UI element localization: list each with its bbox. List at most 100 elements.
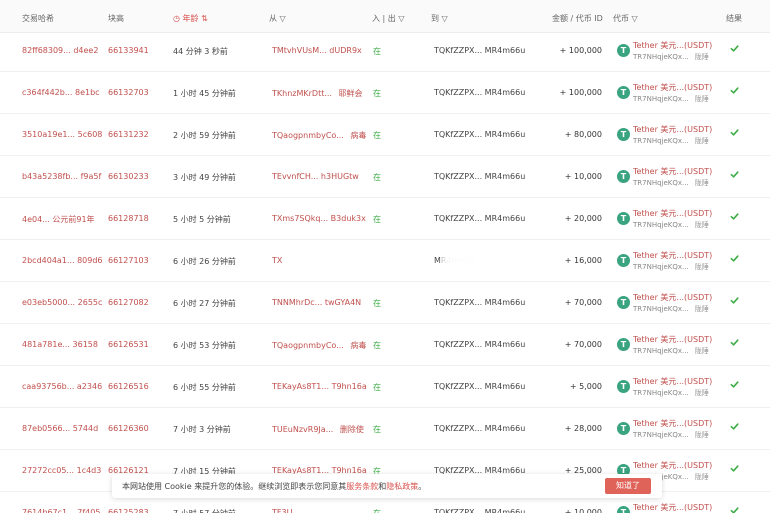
from-address-link[interactable]: TX [272, 256, 282, 265]
col-from[interactable]: 从 ▽ [269, 13, 286, 24]
token-address: TR7NHqjeKQx...陇陲 [633, 179, 709, 187]
success-check-icon [730, 213, 739, 220]
tx-hash-link[interactable]: 82ff68309... d4ee2 [22, 46, 98, 55]
col-in-out[interactable]: 入 | 出 ▽ [372, 13, 404, 24]
amount-text: + 70,000 [564, 298, 602, 307]
table-row: 87eb0566... 5744d 66126360 7 小时 3 分钟前 TUEuN… [0, 408, 770, 450]
from-address-link[interactable]: TQaogpnmbyCo... [272, 341, 346, 350]
from-address-link[interactable]: TXms7SQkq... B3duk3x [272, 214, 366, 223]
block-link[interactable]: 66131232 [108, 130, 149, 139]
success-check-icon [730, 381, 739, 388]
token-address: TR7NHqjeKQx...陇陲 [633, 305, 709, 313]
from-address-link[interactable]: TQaogpnmbyCo... [272, 131, 346, 140]
tx-hash-link[interactable]: 481a781e... 36158 [22, 340, 98, 349]
from-cell: TX [272, 256, 286, 265]
to-address-link[interactable]: TQKfZZPX... MR4m66u [434, 214, 525, 223]
token-name-link[interactable]: Tether 美元...(USDT) [633, 82, 712, 93]
block-link[interactable]: 66126360 [108, 424, 149, 433]
tx-hash-link[interactable]: caa93756b... a2346 [22, 382, 102, 391]
success-check-icon [730, 171, 739, 178]
table-header: 交易哈希 块高 ◷ 年龄 ⇅ 从 ▽ 入 | 出 ▽ 到 ▽ 金额 / 代币 I… [0, 0, 770, 33]
block-link[interactable]: 66133941 [108, 46, 149, 55]
from-address-link[interactable]: TEKayAs8T1... T9hn16a [272, 382, 367, 391]
token-name-link[interactable]: Tether 美元...(USDT) [633, 124, 712, 135]
tx-hash-link[interactable]: b43a5238fb... f9a5f [22, 172, 101, 181]
token-name-link[interactable]: Tether 美元...(USDT) [633, 292, 712, 303]
amount-text: + 10,000 [564, 172, 602, 181]
from-address-link[interactable]: TF3U... [272, 508, 300, 513]
col-to[interactable]: 到 ▽ [431, 13, 448, 24]
block-link[interactable]: 66127082 [108, 298, 149, 307]
table-row: 2bcd404a1... 809d6661271036 小时 26 分钟前TXM… [0, 240, 770, 282]
tether-icon: T [617, 44, 630, 57]
token-name-link[interactable]: Tether 美元...(USDT) [633, 40, 712, 51]
in-badge: 在 [373, 47, 381, 56]
tx-hash-link[interactable]: 27272cc05... 1c4d3 [22, 466, 101, 475]
token-tag: 陇陲 [694, 389, 709, 397]
tx-hash-link[interactable]: 87eb0566... 5744d [22, 424, 98, 433]
col-token[interactable]: 代币 ▽ [613, 13, 638, 24]
block-link[interactable]: 66127103 [108, 256, 149, 265]
token-name-link[interactable]: Tether 美元...(USDT) [633, 502, 712, 513]
to-address-link[interactable]: TQKfZZPX... MR4m66u [434, 382, 525, 391]
table-row: 4e04... 公元前91年 66128718 5 小时 5 分钟前 TXms7SQk… [0, 198, 770, 240]
to-address-link[interactable]: TQKfZZPX... MR4m66u [434, 298, 525, 307]
token-name-link[interactable]: Tether 美元...(USDT) [633, 460, 712, 471]
in-badge: 在 [373, 215, 381, 224]
tx-hash-link[interactable]: 2bcd404a1... 809d6 [22, 256, 103, 265]
tx-hash-link[interactable]: 7614b67c1... 7f405 [22, 508, 100, 513]
to-address-link[interactable]: TQKfZZPX... MR4m66u [434, 130, 525, 139]
success-check-icon [730, 87, 739, 94]
block-link[interactable]: 66126516 [108, 382, 149, 391]
terms-link[interactable]: 服务条款 [346, 482, 378, 491]
token-address: TR7NHqjeKQx...陇陲 [633, 389, 709, 397]
cookie-text: 本网站使用 Cookie 来提升您的体验。继续浏览即表示您同意其服务条款和隐私政… [122, 482, 427, 491]
age-text: 3 小时 49 分钟前 [173, 173, 236, 182]
token-tag: 陇陲 [694, 305, 709, 313]
to-address-link[interactable]: TQKfZZPX... MR4m66u [434, 46, 525, 55]
from-address-link[interactable]: TKhnzMKrDtt... [272, 89, 335, 98]
to-address-link[interactable]: TQKfZZPX... MR4m66u [434, 340, 525, 349]
token-address: TR7NHqjeKQx...陇陲 [633, 137, 709, 145]
token-name-link[interactable]: Tether 美元...(USDT) [633, 376, 712, 387]
in-badge: 在 [373, 383, 381, 392]
block-link[interactable]: 66125283 [108, 508, 149, 513]
in-badge: 在 [373, 508, 381, 513]
tether-icon: T [617, 170, 630, 183]
block-link[interactable]: 66126531 [108, 340, 149, 349]
from-address-link[interactable]: TUEuNzvR9Ja... [272, 425, 336, 434]
privacy-link[interactable]: 隐私政策 [386, 482, 418, 491]
from-address-link[interactable]: TNNMhrDc... twGYA4N [272, 298, 361, 307]
token-address: TR7NHqjeKQx...陇陲 [633, 431, 709, 439]
age-text: 6 小时 53 分钟前 [173, 341, 236, 350]
tx-hash-link[interactable]: 4e04... 公元前91年 [22, 214, 95, 225]
cookie-accept-button[interactable]: 知道了 [605, 478, 651, 494]
from-address-link[interactable]: TEvvnfCH... h3HUGtw [272, 172, 359, 181]
from-address-link[interactable]: TMtvhVUsM... dUDR9x [272, 46, 362, 55]
tether-icon: T [617, 338, 630, 351]
token-tag: 陇陲 [694, 221, 709, 229]
token-address: TR7NHqjeKQx...陇陲 [633, 263, 709, 271]
token-name-link[interactable]: Tether 美元...(USDT) [633, 334, 712, 345]
to-address-link[interactable]: TQKfZZPX... MR4m66u [434, 424, 525, 433]
token-name-link[interactable]: Tether 美元...(USDT) [633, 250, 712, 261]
block-link[interactable]: 66130233 [108, 172, 149, 181]
token-name-link[interactable]: Tether 美元...(USDT) [633, 418, 712, 429]
tx-hash-link[interactable]: e03eb5000... 2655c [22, 298, 102, 307]
age-text: 5 小时 5 分钟前 [173, 215, 231, 224]
to-address-link[interactable]: TQKfZZPX... MR4m66u [434, 172, 525, 181]
from-cell: TKhnzMKrDtt... 耶鲜会 [272, 88, 363, 99]
col-age[interactable]: ◷ 年龄 ⇅ [173, 13, 208, 24]
token-name-link[interactable]: Tether 美元...(USDT) [633, 208, 712, 219]
cookie-banner: 本网站使用 Cookie 来提升您的体验。继续浏览即表示您同意其服务条款和隐私政… [112, 474, 662, 498]
age-text: 6 小时 55 分钟前 [173, 383, 236, 392]
to-address-link[interactable]: TQKfZZPX... MR4m66u [434, 508, 525, 513]
to-address-link[interactable]: TQKfZZPX... MR4m66u [434, 88, 525, 97]
token-name-link[interactable]: Tether 美元...(USDT) [633, 166, 712, 177]
block-link[interactable]: 66132703 [108, 88, 149, 97]
token-tag: 陇陲 [694, 263, 709, 271]
tx-hash-link[interactable]: 3510a19e1... 5c608 [22, 130, 102, 139]
block-link[interactable]: 66128718 [108, 214, 149, 223]
tx-hash-link[interactable]: c364f442b... 8e1bc [22, 88, 100, 97]
col-tx-hash: 交易哈希 [22, 14, 54, 23]
